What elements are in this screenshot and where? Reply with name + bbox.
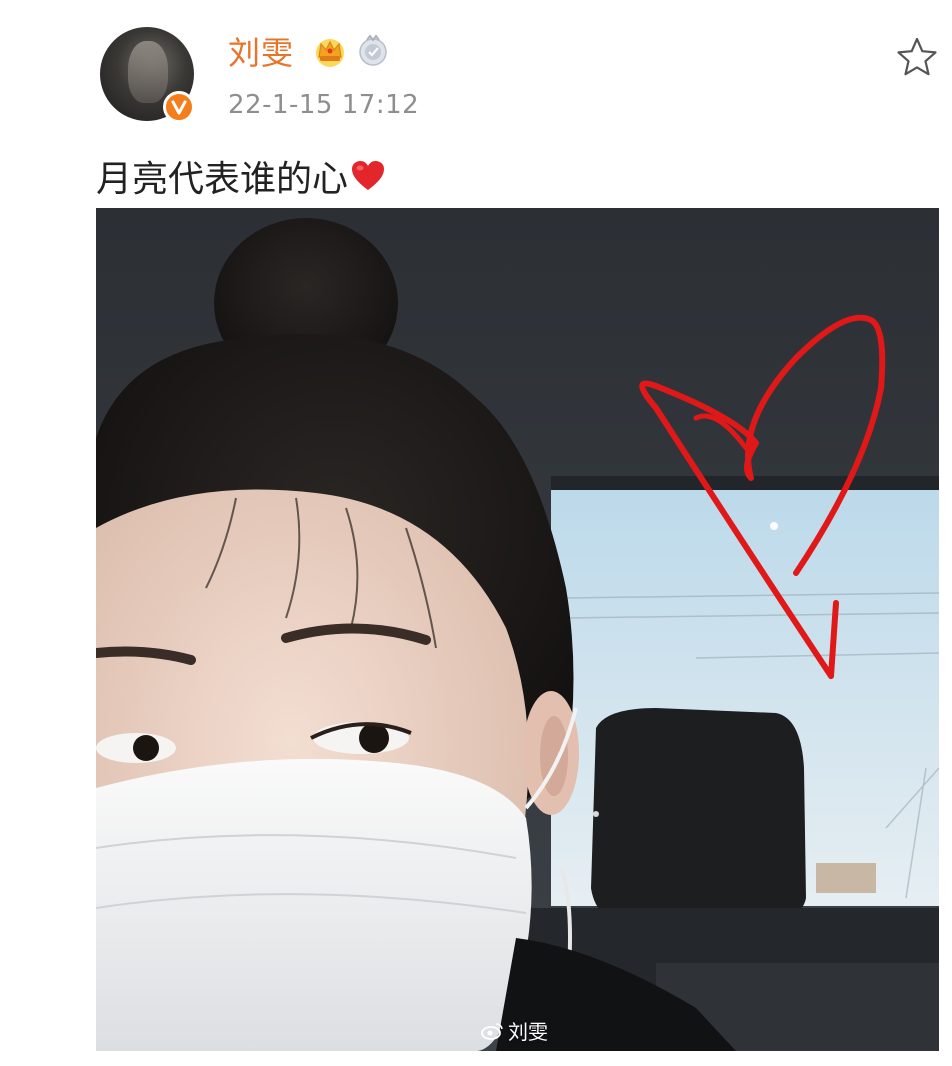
author-name[interactable]: 刘雯 [228, 28, 294, 74]
level-badge-icon[interactable] [355, 32, 391, 68]
weibo-logo-icon [481, 1022, 503, 1040]
verified-v-icon [163, 91, 195, 123]
post-text-content: 月亮代表谁的心 [96, 159, 349, 200]
image-watermark: 刘雯 [480, 1016, 548, 1045]
red-heart-icon [352, 161, 385, 190]
selfie-photo [96, 208, 939, 1051]
post-image[interactable] [96, 208, 939, 1051]
avatar-face [128, 41, 168, 103]
weibo-post: 刘雯 22-1-15 17:12 月亮代表谁的心 刘雯 [0, 0, 952, 1066]
watermark-text: 刘雯 [508, 1020, 548, 1044]
crown-badge-icon[interactable] [312, 33, 348, 69]
post-timestamp[interactable]: 22-1-15 17:12 [228, 90, 419, 120]
star-icon[interactable] [894, 34, 940, 80]
post-text: 月亮代表谁的心 [96, 150, 386, 202]
